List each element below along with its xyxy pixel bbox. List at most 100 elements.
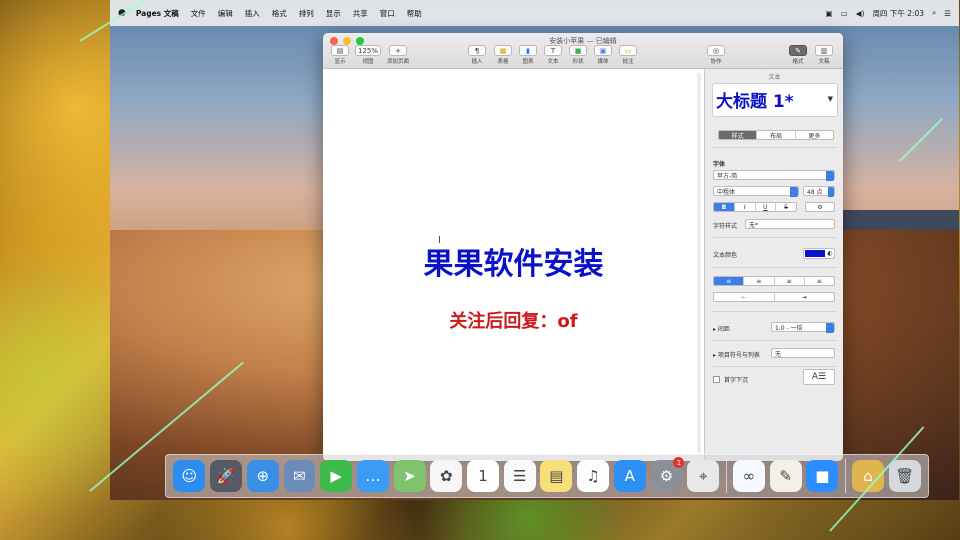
align-justify-button[interactable]: ≡ — [805, 277, 834, 285]
menu-view[interactable]: 显示 — [326, 8, 341, 19]
gear-icon: ⚙ — [817, 203, 823, 211]
tab-more[interactable]: 更多 — [796, 131, 833, 140]
dock-baidu-netdisk-icon[interactable]: ∞ — [732, 460, 765, 492]
search-icon[interactable]: ⌕ — [932, 8, 936, 18]
char-style-select[interactable]: 无* — [745, 219, 835, 229]
toolbar-table-button[interactable]: ▦ 表格 — [494, 45, 512, 65]
tab-style[interactable]: 样式 — [719, 131, 758, 139]
dock-pages-icon[interactable]: ✎ — [769, 460, 802, 492]
divider — [713, 237, 836, 238]
outdent-button[interactable]: ⇤ — [714, 293, 775, 301]
dock-facetime-icon[interactable]: ▶ — [320, 460, 353, 492]
control-center-icon[interactable]: ☰ — [944, 9, 951, 18]
menu-help[interactable]: 帮助 — [407, 8, 422, 19]
menu-file[interactable]: 文件 — [191, 8, 206, 19]
dock-separator — [725, 459, 727, 493]
dropcap-checkbox[interactable]: 首字下沉 — [713, 375, 748, 384]
toolbar-zoom-button[interactable]: 125% 视图 — [355, 45, 382, 65]
menu-clock[interactable]: 周四 下午 2:03 — [872, 8, 924, 19]
dock-app-store-icon[interactable]: A — [613, 460, 646, 492]
document-scrollbar[interactable] — [697, 73, 701, 453]
strikethrough-button[interactable]: S — [776, 203, 796, 211]
divider — [713, 366, 836, 367]
volume-icon[interactable]: ◀) — [856, 9, 865, 18]
menu-arrange[interactable]: 排列 — [299, 8, 314, 19]
spacing-select[interactable]: 1.0 - 一倍 — [771, 322, 835, 333]
document-heading[interactable]: 果果软件安装 — [323, 239, 704, 283]
dropcap-style-picker[interactable]: A☰ — [803, 369, 835, 385]
document-subheading[interactable]: 关注后回复：of — [323, 307, 704, 333]
dock-system-preferences-icon[interactable]: ⚙ 1 — [650, 457, 685, 492]
toolbar-format-button[interactable]: ✎ 格式 — [789, 45, 807, 65]
font-family-select[interactable]: 苹方-简 — [713, 170, 835, 181]
window-titlebar: 安装小苹果 — 已编辑 ▤ 显示 125% 视图 + 添加页面 ¶ 插入 ▦ 表格 ▮ 图表… — [323, 33, 843, 69]
divider — [713, 340, 836, 341]
align-right-button[interactable]: ≡ — [775, 277, 805, 285]
dock-notes-icon[interactable]: ▤ — [540, 460, 573, 492]
dock: ☺ 🚀 ⊕ ✉ ▶… ➤ ✿ 1 ☰ ▤ ♫ A ⚙ 1 ⌖ ∞ ✎ ■ ⌂ 🗑 — [165, 454, 929, 498]
menu-window[interactable]: 窗口 — [380, 8, 395, 19]
dock-safari-icon[interactable]: ⊕ — [246, 460, 279, 492]
dock-screenshot-icon[interactable]: ⌖ — [687, 460, 720, 492]
tab-layout[interactable]: 布局 — [757, 131, 796, 139]
toolbar-media-button[interactable]: ▣ 媒体 — [594, 45, 612, 65]
dock-launchpad-icon[interactable]: 🚀 — [210, 460, 243, 492]
align-left-button[interactable]: ≡ — [714, 277, 745, 285]
underline-button[interactable]: U — [756, 203, 777, 211]
dock-separator — [844, 459, 846, 493]
document-canvas[interactable]: I 果果软件安装 关注后回复：of — [323, 69, 704, 461]
dock-finder-icon[interactable]: ☺ — [173, 460, 206, 492]
menu-app-name[interactable]: Pages 文稿 — [136, 8, 179, 19]
toolbar-view-button[interactable]: ▤ 显示 — [331, 45, 349, 65]
menu-format[interactable]: 格式 — [272, 8, 287, 19]
toolbar-text-button[interactable]: T 文本 — [544, 45, 562, 65]
dock-calendar-icon[interactable]: 1 — [467, 460, 499, 492]
dock-photos-icon[interactable]: ✿ — [430, 460, 463, 492]
dock-messages-icon[interactable]: … — [356, 460, 389, 492]
mac-desktop: ● Pages 文稿 文件 编辑 插入 格式 排列 显示 共享 窗口 帮助 ▣ … — [110, 0, 959, 500]
bullets-disclosure[interactable]: ▸ 项目符号与列表 — [713, 350, 760, 359]
menu-bar: ● Pages 文稿 文件 编辑 插入 格式 排列 显示 共享 窗口 帮助 ▣ … — [110, 0, 959, 26]
dock-trash-icon[interactable]: 🗑 — [888, 460, 921, 492]
font-section-label: 字体 — [713, 161, 726, 168]
display-icon[interactable]: ▭ — [841, 9, 848, 18]
format-inspector: 文本 大标题 1* ▼ 样式 布局 更多 字体 苹方-简 中粗体 48 点 B … — [704, 69, 843, 461]
toolbar-comment-button[interactable]: ▭ 批注 — [619, 45, 637, 65]
menu-share[interactable]: 共享 — [353, 8, 368, 19]
inspector-tabs: 样式 布局 更多 — [718, 130, 834, 140]
toolbar-insert-button[interactable]: ¶ 插入 — [468, 45, 486, 65]
toolbar-chart-button[interactable]: ▮ 图表 — [519, 45, 537, 65]
spacing-disclosure[interactable]: ▸ 间距 — [713, 324, 730, 333]
dock-music-icon[interactable]: ♫ — [577, 460, 610, 492]
bold-button[interactable]: B — [714, 203, 735, 211]
font-size-field[interactable]: 48 点 — [803, 186, 835, 197]
paragraph-style-picker[interactable]: 大标题 1* ▼ — [712, 83, 838, 117]
pages-window: 安装小苹果 — 已编辑 ▤ 显示 125% 视图 + 添加页面 ¶ 插入 ▦ 表格 ▮ 图表… — [323, 33, 843, 461]
menu-insert[interactable]: 插入 — [245, 8, 260, 19]
font-style-buttons: B I U S — [713, 202, 797, 212]
input-method-icon[interactable]: ▣ — [826, 9, 833, 18]
text-color-well[interactable]: ◐ — [803, 248, 835, 259]
toolbar-collaborate-button[interactable]: ◎ 协作 — [707, 45, 725, 65]
checkbox-icon — [713, 376, 720, 383]
toolbar-add-page-button[interactable]: + 添加页面 — [387, 45, 409, 65]
bullets-select[interactable]: 无 — [771, 348, 835, 358]
toolbar-shape-button[interactable]: ■ 形状 — [569, 45, 587, 65]
menu-edit[interactable]: 编辑 — [218, 8, 233, 19]
dock-maps-icon[interactable]: ➤ — [393, 460, 426, 492]
select-arrows-icon — [826, 171, 834, 181]
align-center-button[interactable]: ≡ — [744, 277, 775, 285]
chevron-down-icon: ▼ — [827, 95, 833, 103]
dock-preview-icon[interactable]: ✉ — [283, 460, 316, 492]
toolbar-document-button[interactable]: ▥ 文稿 — [815, 45, 833, 65]
select-arrows-icon — [790, 187, 798, 197]
divider — [713, 147, 836, 148]
dock-reminders-icon[interactable]: ☰ — [503, 460, 536, 492]
indent-buttons: ⇤ ⇥ — [713, 292, 835, 302]
font-weight-select[interactable]: 中粗体 — [713, 186, 799, 197]
dock-zoom-icon[interactable]: ■ — [806, 460, 839, 492]
char-style-label: 字符样式 — [713, 223, 738, 230]
italic-button[interactable]: I — [735, 203, 756, 211]
text-options-button[interactable]: ⚙ — [805, 202, 835, 212]
indent-button[interactable]: ⇥ — [775, 293, 835, 301]
